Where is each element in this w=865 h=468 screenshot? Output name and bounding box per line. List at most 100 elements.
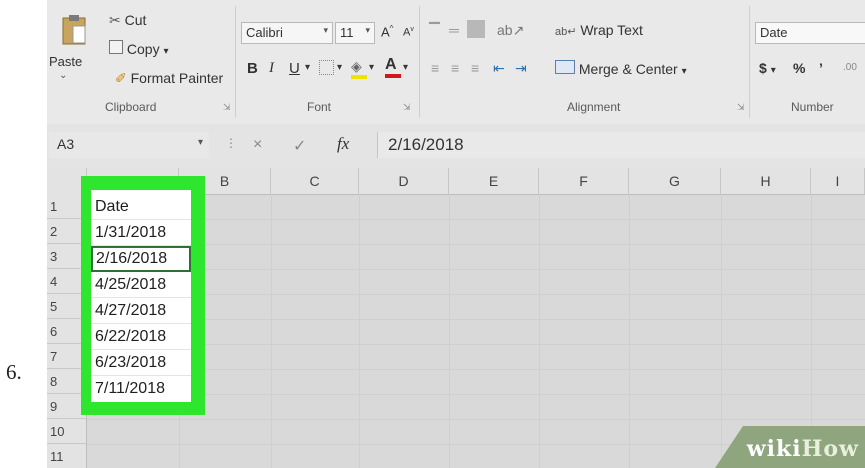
gridline (629, 194, 630, 468)
logo-part-wiki: wiki (746, 436, 802, 462)
name-box-value: A3 (57, 136, 75, 152)
insert-function-icon[interactable]: fx (337, 134, 349, 154)
comma-button[interactable]: ’ (819, 60, 823, 76)
orientation-icon[interactable]: ab↗ (497, 22, 524, 39)
align-center-icon[interactable]: ≡ (451, 60, 459, 76)
column-header[interactable]: G (629, 168, 721, 194)
bold-button[interactable]: B (247, 60, 258, 77)
formula-input[interactable]: 2/16/2018 (377, 132, 865, 158)
cut-label: Cut (124, 12, 147, 28)
fill-color-bar (351, 75, 367, 79)
number-format-value: Date (760, 25, 788, 40)
currency-button[interactable]: $ ▾ (759, 60, 776, 76)
cell-a2[interactable]: 1/31/2018 (91, 220, 191, 246)
more-icon: ⋮ (225, 136, 237, 150)
borders-icon (319, 60, 334, 75)
fill-dropdown-icon[interactable]: ▾ (369, 62, 374, 73)
ribbon: Paste ⌄ ✂ Cut Copy ▾ ✐ Format Painter Cl… (47, 0, 865, 125)
cell-a1[interactable]: Date (91, 194, 191, 220)
percent-button[interactable]: % (793, 60, 805, 76)
clipboard-launcher-icon[interactable]: ⇲ (223, 102, 231, 113)
paste-button[interactable]: Paste (49, 54, 82, 69)
decrease-font-button[interactable]: Av (403, 26, 414, 39)
merge-center-label: Merge & Center (578, 61, 678, 77)
font-group-label: Font (307, 100, 332, 114)
name-box[interactable]: A3 ▾ (49, 132, 209, 158)
font-color-bar (385, 74, 401, 78)
copy-button[interactable]: Copy ▾ (109, 40, 169, 57)
column-header[interactable]: D (359, 168, 449, 194)
align-right-icon[interactable]: ≡ (471, 60, 479, 76)
column-a-cells: Date 1/31/2018 2/16/2018 4/25/2018 4/27/… (91, 190, 191, 402)
cell-a7[interactable]: 6/23/2018 (91, 350, 191, 376)
worksheet-grid: B C D E F G H I 1 2 3 4 5 6 7 8 9 10 11 … (47, 168, 865, 468)
paste-dropdown-icon[interactable]: ⌄ (59, 70, 67, 81)
column-header[interactable]: F (539, 168, 629, 194)
font-color-button[interactable]: A (385, 56, 401, 78)
cell-a6[interactable]: 6/22/2018 (91, 324, 191, 350)
underline-dropdown-icon[interactable]: ▾ (305, 62, 310, 73)
cut-button[interactable]: ✂ Cut (109, 12, 146, 29)
alignment-launcher-icon[interactable]: ⇲ (737, 102, 745, 113)
increase-font-label: A (381, 24, 390, 40)
paint-bucket-icon: ◈ (351, 58, 362, 74)
decrease-indent-icon[interactable]: ⇤ (493, 60, 505, 77)
increase-decimal-icon[interactable]: .00 (843, 62, 857, 73)
row-header[interactable]: 11 (47, 444, 87, 468)
align-top-icon[interactable]: ▔ (429, 22, 440, 39)
increase-indent-icon[interactable]: ⇥ (515, 60, 527, 77)
chevron-down-icon[interactable]: ▾ (682, 66, 687, 77)
paste-icon[interactable] (61, 14, 87, 46)
step-number: 6. (6, 360, 22, 384)
underline-button[interactable]: U (289, 60, 300, 77)
cell-a4[interactable]: 4/25/2018 (91, 272, 191, 298)
copy-dropdown-icon[interactable]: ▾ (163, 46, 168, 57)
merge-icon (555, 60, 575, 74)
font-color-letter: A (385, 56, 397, 73)
alignment-group-label: Alignment (567, 100, 621, 114)
enter-icon[interactable]: ✓ (293, 136, 306, 156)
borders-button[interactable] (319, 60, 334, 78)
format-painter-icon: ✐ (115, 70, 127, 86)
align-bottom-icon[interactable] (467, 20, 485, 41)
logo-part-how: How (801, 436, 859, 462)
chevron-down-icon: ▾ (770, 65, 776, 76)
column-header[interactable]: I (811, 168, 865, 194)
copy-icon (109, 40, 123, 54)
chevron-down-icon[interactable]: ▾ (198, 137, 203, 148)
gridline (539, 194, 540, 468)
column-header[interactable]: C (271, 168, 359, 194)
column-header[interactable]: H (721, 168, 811, 194)
increase-font-button[interactable]: A^ (381, 24, 393, 39)
cell-a3-active[interactable]: 2/16/2018 (91, 246, 191, 272)
copy-label: Copy (126, 41, 160, 57)
wrap-text-button[interactable]: ab↵ Wrap Text (555, 22, 643, 38)
merge-center-button[interactable]: Merge & Center ▾ (555, 60, 687, 77)
excel-screenshot: Paste ⌄ ✂ Cut Copy ▾ ✐ Format Painter Cl… (47, 0, 865, 468)
number-format-box[interactable]: Date (755, 22, 865, 44)
font-name-box[interactable]: Calibri ▾ (241, 22, 333, 44)
font-color-dropdown-icon[interactable]: ▾ (403, 62, 408, 73)
row-header[interactable]: 10 (47, 419, 87, 444)
currency-label: $ (759, 60, 767, 76)
italic-button[interactable]: I (269, 60, 274, 77)
cell-a8[interactable]: 7/11/2018 (91, 376, 191, 402)
borders-dropdown-icon[interactable]: ▾ (337, 62, 342, 73)
font-launcher-icon[interactable]: ⇲ (403, 102, 411, 113)
wikihow-logo: wikiHow (747, 436, 859, 462)
align-left-icon[interactable]: ≡ (431, 60, 439, 76)
cell-a5[interactable]: 4/27/2018 (91, 298, 191, 324)
column-header[interactable]: E (449, 168, 539, 194)
gridline (721, 194, 722, 468)
formula-bar: A3 ▾ ⋮ × ✓ fx 2/16/2018 (47, 124, 865, 169)
font-size-box[interactable]: 11 ▾ (335, 22, 375, 44)
font-name-value: Calibri (246, 25, 283, 40)
clipboard-group-label: Clipboard (105, 100, 157, 114)
cancel-icon[interactable]: × (253, 136, 262, 154)
fill-color-button[interactable]: ◈ (351, 58, 367, 79)
align-middle-icon[interactable]: ═ (449, 22, 459, 38)
format-painter-button[interactable]: ✐ Format Painter (115, 70, 223, 87)
separator (419, 6, 420, 118)
gridline (359, 194, 360, 468)
wrap-text-icon: ab↵ (555, 26, 577, 38)
